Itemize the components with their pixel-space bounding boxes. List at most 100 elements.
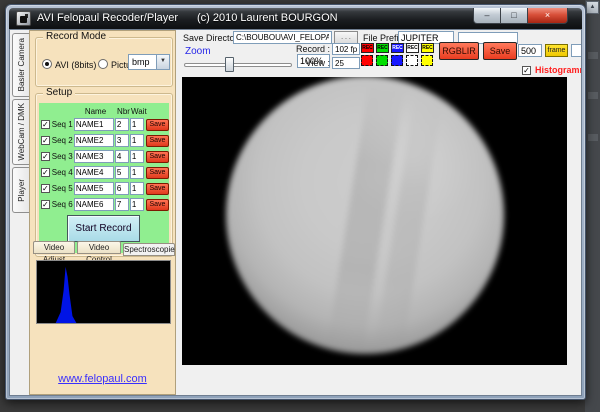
sequence-header: Name Nbr Wait	[41, 105, 169, 117]
seq2-save-button[interactable]: Save	[146, 135, 169, 147]
minimize-button[interactable]: –	[473, 8, 501, 24]
seq6-wait-input[interactable]	[130, 198, 144, 211]
seq3-wait-input[interactable]	[130, 150, 144, 163]
capture-panel: Save Directory : . . . File Prefix : Zoo…	[177, 30, 581, 395]
seq6-save-button[interactable]: Save	[146, 199, 169, 211]
tab-spectroscopie[interactable]: Spectroscopie	[123, 243, 175, 256]
seq3-name-input[interactable]	[74, 150, 114, 163]
seq4-wait-input[interactable]	[130, 166, 144, 179]
zoom-slider-track[interactable]	[184, 63, 292, 67]
tab-basler-camera-label: Basler Camera	[17, 38, 26, 91]
seq5-nbr-input[interactable]	[115, 182, 129, 195]
save-directory-input[interactable]	[233, 31, 332, 44]
rec-red-button[interactable]: REC	[361, 43, 374, 53]
avi-radio[interactable]	[42, 59, 52, 69]
seq6-label: Seq 6	[52, 200, 74, 209]
format-dropdown[interactable]: bmp ▼	[128, 54, 170, 70]
seq1-checkbox[interactable]: ✓	[41, 120, 50, 129]
swatch-blue[interactable]	[391, 55, 403, 66]
window-controls: – □ ×	[473, 8, 568, 24]
seq5-wait-input[interactable]	[130, 182, 144, 195]
view-label: View :	[295, 58, 330, 68]
seq3-save-button[interactable]: Save	[146, 151, 169, 163]
background-artifact	[588, 92, 598, 99]
tab-video-adjust[interactable]: Video Adjust	[33, 241, 75, 254]
start-record-button[interactable]: Start Record	[67, 215, 140, 242]
histogram-display	[36, 260, 171, 324]
format-dropdown-value: bmp	[132, 57, 150, 67]
seq5-name-input[interactable]	[74, 182, 114, 195]
rgblir-button[interactable]: RGBLIR	[439, 42, 479, 60]
seq2-checkbox[interactable]: ✓	[41, 136, 50, 145]
seq5-label: Seq 5	[52, 184, 74, 193]
background-scrollbar-up-icon: ▲	[586, 1, 599, 14]
record-fps-input[interactable]	[332, 43, 360, 55]
swatch-red[interactable]	[361, 55, 373, 66]
swatch-green[interactable]	[376, 55, 388, 66]
record-mode-group: Record Mode AVI (8bits) PictureCap bmp ▼	[35, 37, 173, 87]
swatch-yellow[interactable]	[421, 55, 433, 66]
histogramme-checkbox[interactable]: ✓	[522, 66, 531, 75]
seq4-nbr-input[interactable]	[115, 166, 129, 179]
save-capture-button[interactable]: Save	[483, 42, 517, 60]
video-preview	[182, 77, 567, 365]
seq2-nbr-input[interactable]	[115, 134, 129, 147]
seq1-nbr-input[interactable]	[115, 118, 129, 131]
sequence-row: ✓ Seq 3 Save	[41, 150, 169, 163]
sequence-row: ✓ Seq 6 Save	[41, 198, 169, 211]
seq5-checkbox[interactable]: ✓	[41, 184, 50, 193]
seq3-checkbox[interactable]: ✓	[41, 152, 50, 161]
seq1-label: Seq 1	[52, 120, 74, 129]
tab-video-control[interactable]: Video Control	[77, 241, 121, 254]
tab-player[interactable]: Player	[12, 167, 29, 213]
background-window-edge: ▲	[585, 0, 600, 412]
tab-webcam-dmk[interactable]: WebCam / DMK	[12, 99, 29, 165]
tab-player-label: Player	[17, 179, 26, 202]
chevron-down-icon[interactable]: ▼	[156, 55, 169, 69]
sequence-row: ✓ Seq 1 Save	[41, 118, 169, 131]
window-copyright: (c) 2010 Laurent BOURGON	[197, 12, 338, 24]
planet-highlight	[337, 93, 490, 218]
seq6-name-input[interactable]	[74, 198, 114, 211]
seq3-nbr-input[interactable]	[115, 150, 129, 163]
seq1-save-button[interactable]: Save	[146, 119, 169, 131]
jupiter-image	[226, 77, 504, 354]
rec-yellow-button[interactable]: REC	[421, 43, 434, 53]
setup-group: Setup Name Nbr Wait ✓ Seq 1	[35, 93, 173, 257]
frame-button[interactable]: frame	[545, 44, 568, 57]
close-button[interactable]: ×	[528, 8, 568, 24]
seq2-name-input[interactable]	[74, 134, 114, 147]
tab-basler-camera[interactable]: Basler Camera	[12, 33, 29, 97]
window-title: AVI Felopaul Recoder/Player	[37, 12, 178, 24]
frame-count-input[interactable]	[518, 44, 542, 57]
seq5-save-button[interactable]: Save	[146, 183, 169, 195]
control-panel: Record Mode AVI (8bits) PictureCap bmp ▼…	[29, 30, 176, 395]
maximize-button[interactable]: □	[501, 8, 528, 24]
swatch-white[interactable]	[406, 55, 418, 66]
rec-white-button[interactable]: REC	[406, 43, 419, 53]
avi-radio-label: AVI (8bits)	[55, 60, 96, 70]
zoom-slider-thumb[interactable]	[225, 57, 234, 72]
rec-blue-button[interactable]: REC	[391, 43, 404, 53]
seq4-save-button[interactable]: Save	[146, 167, 169, 179]
website-link[interactable]: www.felopaul.com	[30, 373, 175, 385]
seq2-wait-input[interactable]	[130, 134, 144, 147]
rec-green-button[interactable]: REC	[376, 43, 389, 53]
seq6-nbr-input[interactable]	[115, 198, 129, 211]
seq1-wait-input[interactable]	[130, 118, 144, 131]
setup-title: Setup	[43, 87, 75, 98]
titlebar[interactable]: AVI Felopaul Recoder/Player (c) 2010 Lau…	[9, 8, 582, 29]
seq4-name-input[interactable]	[74, 166, 114, 179]
histogramme-label: Histogramme	[535, 65, 582, 75]
picturecap-radio[interactable]	[98, 59, 108, 69]
view-input[interactable]	[332, 57, 360, 69]
frame-extra-input[interactable]	[571, 44, 582, 57]
record-mode-title: Record Mode	[43, 31, 109, 42]
seq2-label: Seq 2	[52, 136, 74, 145]
seq4-checkbox[interactable]: ✓	[41, 168, 50, 177]
app-icon	[16, 11, 31, 26]
seq1-name-input[interactable]	[74, 118, 114, 131]
rec-channel-buttons: REC REC REC REC REC	[361, 43, 436, 53]
record-fps-label: Record :	[295, 44, 330, 54]
seq6-checkbox[interactable]: ✓	[41, 200, 50, 209]
